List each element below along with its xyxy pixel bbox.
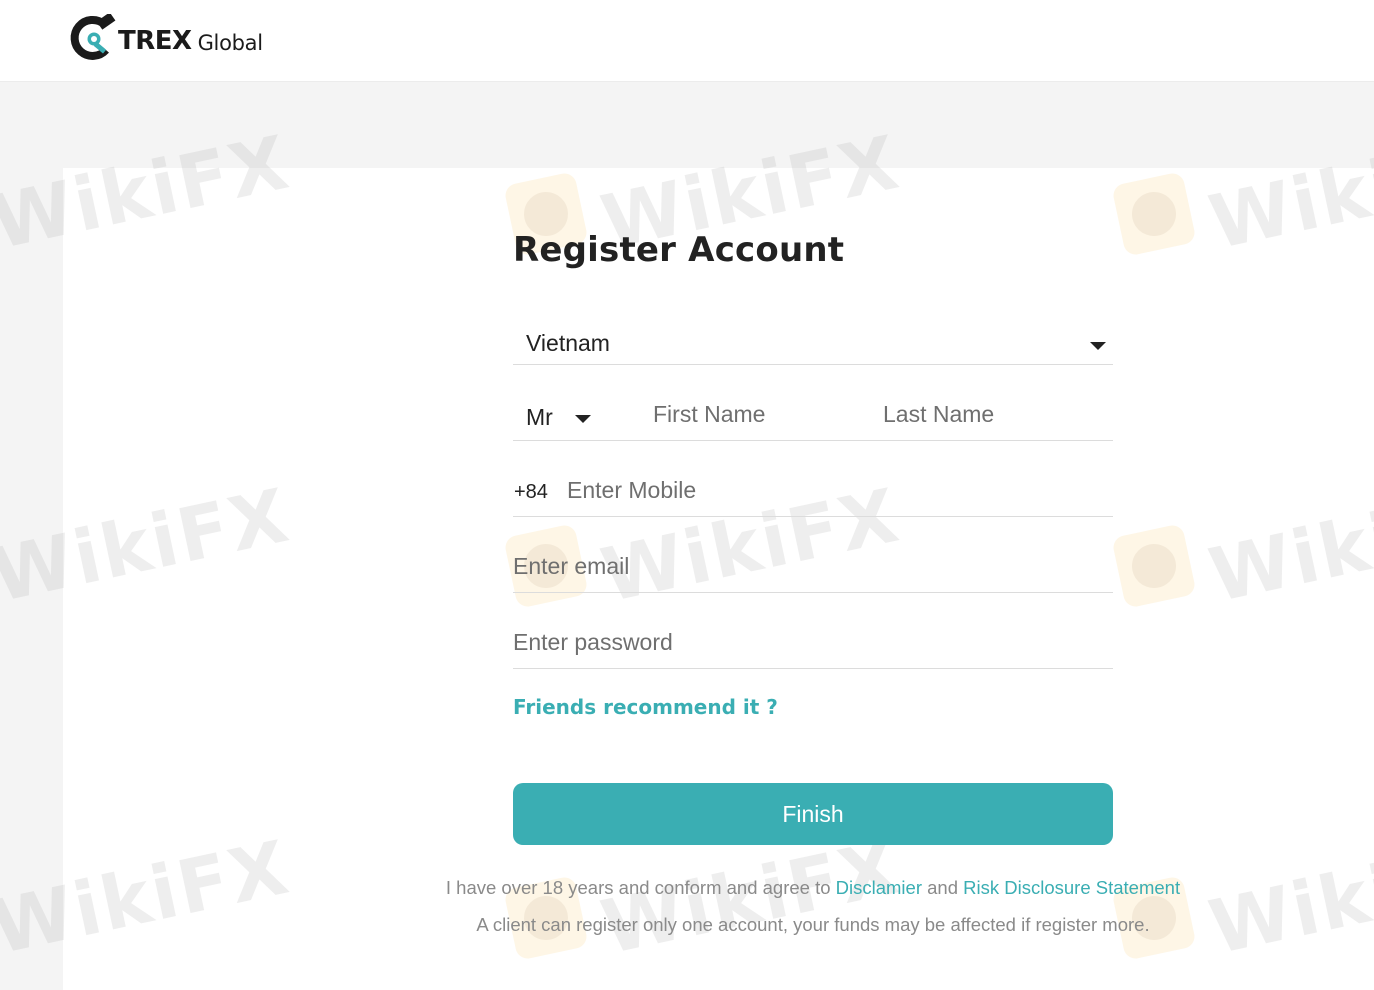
disclaimer-link[interactable]: Disclamier [836,877,922,898]
brand-logo-icon [70,12,118,62]
brand-suffix: Global [197,31,264,55]
email-input[interactable] [513,551,1113,581]
background-band-top [0,82,1374,168]
country-value: Vietnam [526,330,610,356]
country-select[interactable]: Vietnam [513,318,1113,365]
background-band-left [0,168,63,990]
brand-name: TREX [118,26,192,56]
single-account-note: A client can register only one account, … [476,914,1150,935]
risk-disclosure-link[interactable]: Risk Disclosure Statement [963,877,1180,898]
country-code-prefix: +84 [514,481,548,503]
password-input[interactable] [513,627,1113,657]
email-field [513,542,1113,593]
mobile-field: +84 [513,466,1113,517]
mobile-input[interactable] [567,475,1107,505]
finish-button[interactable]: Finish [513,783,1113,845]
page-title: Register Account [513,230,845,270]
brand-logo[interactable]: TREX Global [70,12,264,62]
header: TREX Global [0,0,1374,82]
password-field [513,618,1113,669]
caret-down-icon[interactable] [1090,342,1106,350]
first-name-input[interactable] [653,399,863,429]
name-row: Mr [513,390,1113,441]
last-name-input[interactable] [883,399,1103,429]
agreement-and: and [927,877,959,898]
salutation-value: Mr [526,404,553,430]
salutation-select[interactable]: Mr [513,390,633,440]
caret-down-icon[interactable] [575,415,591,423]
page: TREX Global WikiFX WikiFX WikiFX WikiFX … [0,0,1374,990]
agreement-text: I have over 18 years and conform and agr… [0,877,1374,899]
friends-recommend-link[interactable]: Friends recommend it ? [513,695,778,719]
agreement-prefix: I have over 18 years and conform and agr… [445,877,831,898]
